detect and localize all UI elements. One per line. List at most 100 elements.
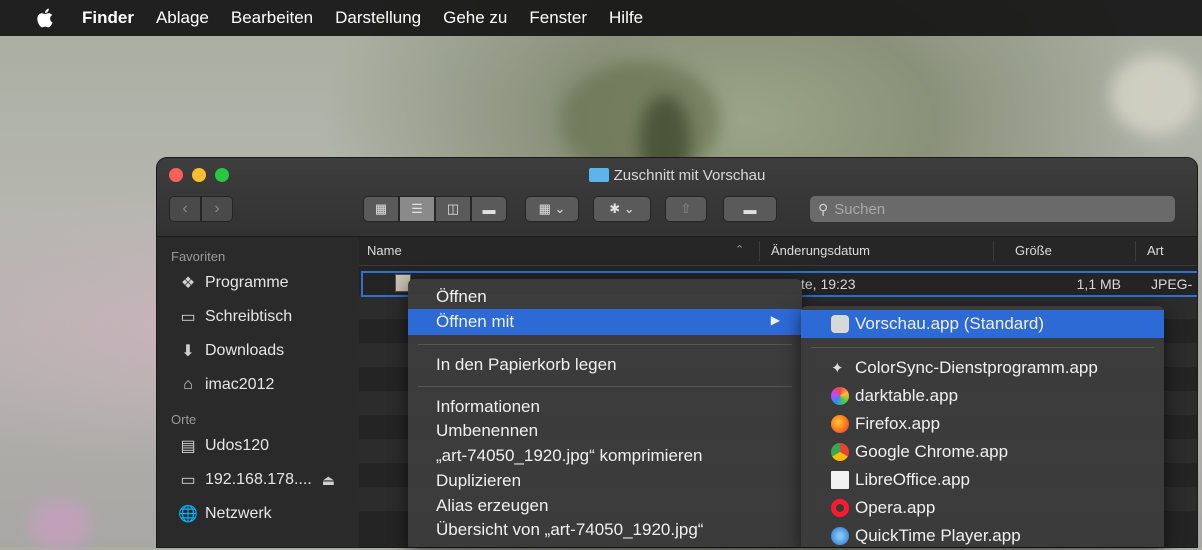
- submenu-item-opera[interactable]: Opera.app: [831, 498, 935, 518]
- submenu-arrow-icon: ▶: [770, 313, 780, 327]
- submenu-item-quicktime[interactable]: QuickTime Player.app: [831, 526, 1021, 546]
- window-toolbar: Zuschnitt mit Vorschau ‹ › ▦ ☰ ◫ ▬ ▦ ⌄ ✱…: [157, 158, 1197, 237]
- submenu-item-default-label: Vorschau.app (Standard): [831, 314, 1044, 334]
- wallpaper-blob: [1110, 55, 1200, 135]
- menu-divider: [811, 347, 1154, 348]
- menu-item-quicklook[interactable]: Übersicht von „art-74050_1920.jpg“: [436, 520, 703, 540]
- list-view-button[interactable]: ☰: [399, 196, 435, 222]
- column-kind[interactable]: Art: [1147, 243, 1164, 258]
- sidebar-item-programme[interactable]: ❖ Programme: [177, 266, 359, 300]
- desktop-icon: ▭: [180, 309, 196, 326]
- search-icon: ⚲: [818, 200, 829, 217]
- menu-item-info[interactable]: Informationen: [436, 397, 540, 417]
- app-label: QuickTime Player.app: [855, 526, 1021, 545]
- sidebar-item-label: 192.168.178....: [205, 471, 312, 488]
- sidebar-item-label: Programme: [205, 274, 289, 291]
- forward-button[interactable]: ›: [201, 196, 233, 222]
- preview-icon: [831, 315, 849, 333]
- chrome-icon: [831, 443, 849, 461]
- menu-item-alias[interactable]: Alias erzeugen: [436, 496, 548, 516]
- sidebar-heading-favorites: Favoriten: [171, 249, 226, 264]
- menu-hilfe[interactable]: Hilfe: [609, 8, 643, 28]
- app-label: Opera.app: [855, 498, 936, 517]
- sidebar-item-udos120[interactable]: ▤ Udos120: [177, 429, 359, 463]
- menu-item-rename[interactable]: Umbenennen: [436, 421, 538, 441]
- sidebar-item-schreibtisch[interactable]: ▭ Schreibtisch: [177, 300, 359, 334]
- file-kind: JPEG-: [1151, 276, 1193, 292]
- downloads-icon: ⬇: [181, 343, 195, 360]
- sidebar-heading-orte: Orte: [171, 412, 197, 427]
- window-title-text: Zuschnitt mit Vorschau: [613, 167, 766, 184]
- sidebar-item-label: Netzwerk: [205, 505, 272, 522]
- group-button[interactable]: ▦ ⌄: [525, 196, 579, 222]
- network-icon: 🌐: [178, 506, 198, 523]
- sidebar-item-label: Downloads: [205, 342, 285, 359]
- submenu-item-colorsync[interactable]: ✦ ColorSync-Dienstprogramm.app: [831, 358, 1098, 378]
- sidebar-item-imac2012[interactable]: ⌂ imac2012: [177, 368, 359, 402]
- column-size[interactable]: Größe: [1015, 243, 1052, 258]
- open-with-submenu: Vorschau.app (Standard) ✦ ColorSync-Diens…: [801, 306, 1164, 547]
- group-icon: ▦ ⌄: [525, 196, 579, 222]
- back-button[interactable]: ‹: [169, 196, 201, 222]
- search-field[interactable]: ⚲ Suchen: [810, 196, 1175, 222]
- menu-divider: [418, 344, 792, 345]
- opera-icon: [831, 499, 849, 517]
- gallery-view-button[interactable]: ▬: [471, 196, 507, 222]
- disk-icon: ▤: [180, 438, 196, 455]
- gear-icon: ✱ ⌄: [593, 196, 651, 222]
- search-placeholder: Suchen: [834, 200, 886, 218]
- file-size: 1,1 MB: [1076, 276, 1121, 292]
- menu-fenster[interactable]: Fenster: [529, 8, 587, 28]
- quicktime-icon: [831, 527, 849, 545]
- tag-button[interactable]: ▬: [723, 196, 777, 222]
- menu-darstellung[interactable]: Darstellung: [335, 8, 421, 28]
- menu-bearbeiten[interactable]: Bearbeiten: [231, 8, 313, 28]
- app-label: Vorschau.app (Standard): [855, 314, 1045, 333]
- app-label: Firefox.app: [855, 414, 941, 433]
- submenu-item-chrome[interactable]: Google Chrome.app: [831, 442, 1008, 462]
- submenu-item-libreoffice[interactable]: LibreOffice.app: [831, 470, 970, 490]
- context-menu: Öffnen Öffnen mit ▶ In den Papierkorb le…: [408, 279, 802, 547]
- column-date[interactable]: Änderungsdatum: [771, 243, 870, 258]
- app-label: ColorSync-Dienstprogramm.app: [855, 358, 1098, 377]
- sidebar-item-server[interactable]: ▭ 192.168.178.... ⏏: [177, 463, 359, 497]
- share-icon: ⇧: [665, 196, 707, 222]
- menu-divider: [418, 386, 792, 387]
- eject-icon[interactable]: ⏏: [322, 472, 335, 489]
- window-title: Zuschnitt mit Vorschau: [157, 167, 1197, 184]
- column-view-button[interactable]: ◫: [435, 196, 471, 222]
- column-name[interactable]: Name: [367, 243, 402, 258]
- libreoffice-icon: [831, 471, 849, 489]
- column-header: Name ⌃ Änderungsdatum Größe Art: [359, 237, 1197, 266]
- submenu-item-firefox[interactable]: Firefox.app: [831, 414, 940, 434]
- apps-icon: ❖: [180, 275, 196, 292]
- menu-app-finder[interactable]: Finder: [82, 8, 134, 28]
- apple-icon[interactable]: [36, 7, 56, 29]
- sidebar-item-downloads[interactable]: ⬇ Downloads: [177, 334, 359, 368]
- app-label: LibreOffice.app: [855, 470, 970, 489]
- nav-buttons: ‹ ›: [169, 196, 233, 222]
- menu-item-duplicate[interactable]: Duplizieren: [436, 471, 521, 491]
- darktable-icon: [831, 387, 849, 405]
- menu-item-compress[interactable]: „art-74050_1920.jpg“ komprimieren: [436, 446, 702, 466]
- wallpaper-blob: [30, 500, 90, 550]
- file-date: te, 19:23: [801, 276, 856, 292]
- home-icon: ⌂: [183, 376, 193, 393]
- menu-item-open-with-label: Öffnen mit: [436, 312, 515, 331]
- menu-ablage[interactable]: Ablage: [156, 8, 209, 28]
- sidebar-item-label: Schreibtisch: [205, 308, 293, 325]
- menu-item-trash[interactable]: In den Papierkorb legen: [436, 355, 617, 375]
- action-button[interactable]: ✱ ⌄: [593, 196, 651, 222]
- share-button[interactable]: ⇧: [665, 196, 707, 222]
- sidebar: Favoriten ❖ Programme ▭ Schreibtisch ⬇ Down…: [157, 237, 359, 547]
- folder-icon: [588, 168, 609, 182]
- display-icon: ▭: [180, 472, 196, 489]
- sidebar-item-netzwerk[interactable]: 🌐 Netzwerk: [177, 497, 359, 531]
- view-mode-control: ▦ ☰ ◫ ▬: [363, 196, 507, 222]
- submenu-item-darktable[interactable]: darktable.app: [831, 386, 958, 406]
- menu-gehe-zu[interactable]: Gehe zu: [443, 8, 507, 28]
- colorsync-icon: ✦: [831, 360, 844, 377]
- icon-view-button[interactable]: ▦: [363, 196, 399, 222]
- tag-icon: ▬: [723, 196, 777, 222]
- menu-item-open[interactable]: Öffnen: [436, 287, 487, 307]
